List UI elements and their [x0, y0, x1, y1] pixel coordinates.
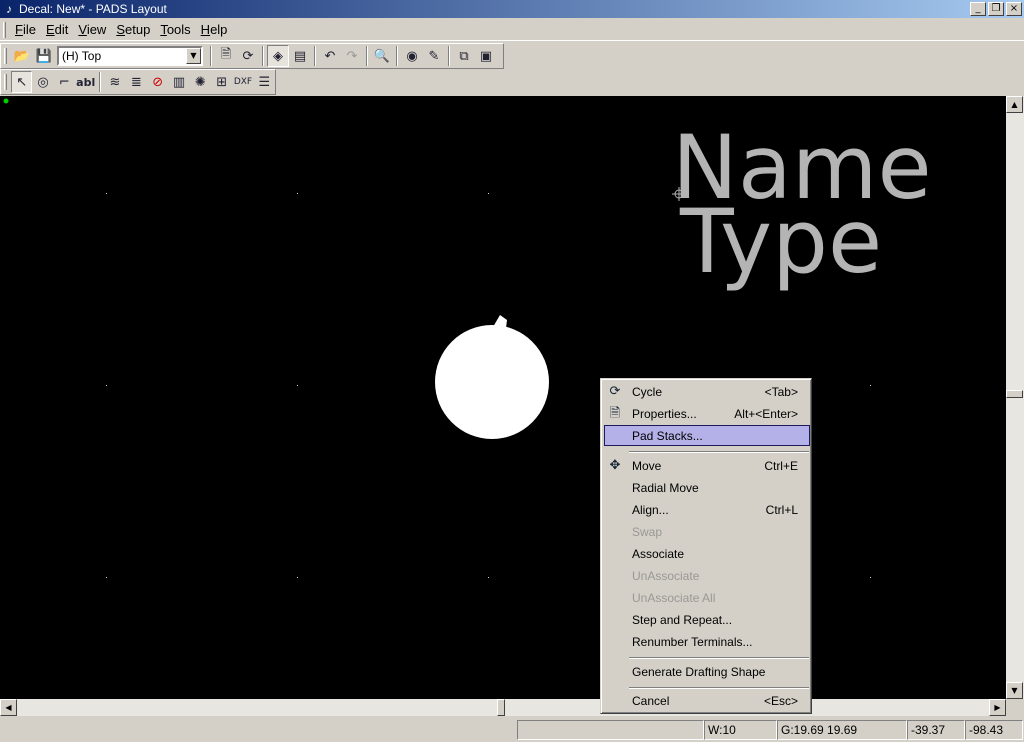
status-message — [0, 720, 517, 740]
menu-item-cancel[interactable]: Cancel <Esc> — [604, 691, 810, 711]
standard-toolbar: 📂 💾 (H) Top ▼ 🗎 ⟳ ◈ ▤ ↶ ↷ 🔍 ◉ ✎ ⧉ ▣ — [0, 43, 504, 69]
layer-select-value: (H) Top — [62, 49, 102, 63]
context-menu: ⟳ Cycle <Tab> 🗎 Properties... Alt+<Enter… — [600, 378, 812, 714]
menu-item-unassociate-all[interactable]: UnAssociate All — [604, 588, 810, 608]
pad-icon[interactable]: ✺ — [190, 71, 211, 93]
open-icon[interactable]: 📂 — [11, 45, 33, 67]
layer-2d-icon[interactable]: ≋ — [104, 71, 125, 93]
decal-type-label[interactable]: Type — [679, 190, 882, 293]
menu-help[interactable]: Help — [196, 20, 233, 40]
decal-toolbar: ↖ ◎ ⌐ abl ≋ ≣ ⊘ ▥ ✺ ⊞ DXF ☰ — [0, 69, 276, 95]
menu-item-step-and-repeat[interactable]: Step and Repeat... — [604, 610, 810, 630]
restore-button[interactable]: ❐ — [988, 2, 1004, 16]
decal-icon[interactable]: ▥ — [168, 71, 189, 93]
properties-icon: 🗎 — [609, 406, 621, 421]
toolbar-separator — [396, 46, 398, 66]
design-canvas[interactable]: Name Type — [0, 96, 1006, 699]
menu-item-align[interactable]: Align... Ctrl+L — [604, 500, 810, 520]
toolbar-grip[interactable] — [4, 74, 7, 90]
menu-view[interactable]: View — [73, 20, 111, 40]
horizontal-scroll-thumb[interactable] — [497, 699, 505, 716]
wizard-icon[interactable]: ⊘ — [147, 71, 168, 93]
drafting-icon[interactable]: ⌐ — [54, 71, 75, 93]
minimize-button[interactable]: _ — [970, 2, 986, 16]
toolbar-separator — [448, 46, 450, 66]
menu-item-swap[interactable]: Swap — [604, 522, 810, 542]
toolbar-separator — [99, 72, 102, 92]
redo-icon[interactable]: ↷ — [341, 45, 363, 67]
menu-item-radial-move[interactable]: Radial Move — [604, 478, 810, 498]
menu-setup[interactable]: Setup — [111, 20, 155, 40]
cycle-icon: ⟳ — [609, 384, 621, 399]
menu-item-cycle[interactable]: ⟳ Cycle <Tab> — [604, 382, 810, 402]
move-icon: ✥ — [609, 458, 621, 473]
toolbar-separator — [210, 46, 212, 66]
menu-bar: File Edit View Setup Tools Help — [0, 19, 1024, 41]
title-bar: ♪ Decal: New* - PADS Layout _ ❐ × — [0, 0, 1024, 18]
terminal-pad[interactable] — [435, 315, 549, 439]
menu-item-pad-stacks[interactable]: Pad Stacks... — [604, 425, 810, 446]
brush-icon[interactable]: ✎ — [423, 45, 445, 67]
status-progress — [517, 720, 704, 740]
pads-layout-window: ♪ Decal: New* - PADS Layout _ ❐ × File E… — [0, 0, 1024, 742]
list-icon[interactable]: ☰ — [254, 71, 275, 93]
horizontal-scrollbar[interactable]: ◀ ▶ — [0, 699, 1006, 716]
canvas-drawing: Name Type — [3, 98, 932, 578]
menu-item-generate-drafting-shape[interactable]: Generate Drafting Shape — [604, 662, 810, 682]
scrollbar-corner — [1006, 699, 1024, 716]
view-icon[interactable]: ◉ — [401, 45, 423, 67]
status-bar: W:10 G:19.69 19.69 -39.37 -98.43 — [0, 718, 1024, 742]
vertical-scroll-thumb[interactable] — [1006, 390, 1023, 398]
scroll-left-button[interactable]: ◀ — [0, 699, 17, 716]
toolbar-separator — [314, 46, 316, 66]
decal-editor-icon[interactable]: ⧉ — [453, 45, 475, 67]
menubar-grip[interactable] — [3, 21, 6, 38]
window-title: Decal: New* - PADS Layout — [19, 2, 167, 16]
toolbar-separator — [262, 46, 264, 66]
select-icon[interactable]: ↖ — [10, 71, 33, 93]
toolbar-separator — [366, 46, 368, 66]
step-icon[interactable]: ⊞ — [211, 71, 232, 93]
print-preview-icon[interactable]: ▤ — [289, 45, 311, 67]
scroll-up-button[interactable]: ▲ — [1006, 96, 1023, 113]
copper-icon[interactable]: ≣ — [126, 71, 147, 93]
menu-separator — [629, 687, 809, 689]
menu-separator — [629, 657, 809, 659]
save-icon[interactable]: 💾 — [33, 45, 55, 67]
undo-icon[interactable]: ↶ — [319, 45, 341, 67]
vertical-scrollbar[interactable]: ▲ ▼ — [1006, 96, 1024, 699]
text-icon[interactable]: abl — [75, 71, 96, 93]
pads-app-icon: ♪ — [6, 2, 12, 16]
menu-item-move[interactable]: ✥ Move Ctrl+E — [604, 456, 810, 476]
origin-marker — [3, 98, 9, 104]
properties-icon[interactable]: 🗎 — [215, 45, 237, 67]
status-y-coordinate: -98.43 — [965, 720, 1023, 740]
window-icon[interactable]: ▣ — [475, 45, 497, 67]
menu-item-renumber-terminals[interactable]: Renumber Terminals... — [604, 632, 810, 652]
dxf-icon[interactable]: DXF — [232, 71, 253, 93]
status-grid: G:19.69 19.69 — [777, 720, 907, 740]
status-width: W:10 — [704, 720, 777, 740]
window-controls: _ ❐ × — [970, 2, 1022, 16]
menu-item-associate[interactable]: Associate — [604, 544, 810, 564]
layer-select[interactable]: (H) Top ▼ — [57, 46, 203, 66]
menu-item-properties[interactable]: 🗎 Properties... Alt+<Enter> — [604, 404, 810, 424]
scroll-right-button[interactable]: ▶ — [989, 699, 1006, 716]
menu-separator — [629, 451, 809, 453]
zoom-icon[interactable]: 🔍 — [371, 45, 393, 67]
menu-tools[interactable]: Tools — [155, 20, 195, 40]
terminal-icon[interactable]: ◎ — [32, 71, 53, 93]
toolbar-grip[interactable] — [4, 48, 7, 64]
decal-label-text[interactable]: Name Type — [672, 116, 932, 293]
menu-file[interactable]: File — [10, 20, 41, 40]
menu-item-unassociate[interactable]: UnAssociate — [604, 566, 810, 586]
menu-edit[interactable]: Edit — [41, 20, 73, 40]
cycle-icon[interactable]: ⟳ — [237, 45, 259, 67]
layer-view-icon[interactable]: ◈ — [267, 45, 289, 67]
chevron-down-icon[interactable]: ▼ — [186, 48, 201, 64]
close-button[interactable]: × — [1006, 2, 1022, 16]
status-x-coordinate: -39.37 — [907, 720, 965, 740]
scroll-down-button[interactable]: ▼ — [1006, 682, 1023, 699]
